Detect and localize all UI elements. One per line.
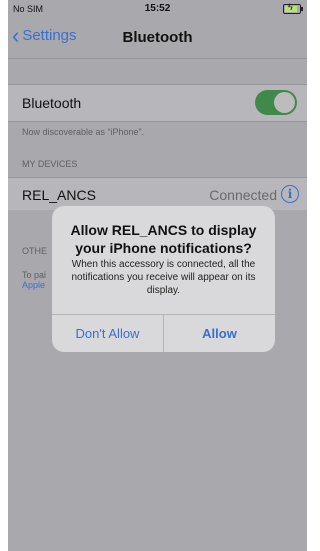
discoverable-text: Now discoverable as “iPhone”.: [22, 127, 145, 137]
bluetooth-row: Bluetooth: [8, 85, 307, 121]
status-bar: No SIM 15:52 ϟ: [8, 0, 307, 18]
pairing-hint-text: To pai: [22, 270, 47, 280]
phone-screen: No SIM 15:52 ϟ ‹ Settings Bluetooth Blue…: [8, 0, 307, 551]
battery-icon: ϟ: [283, 2, 303, 14]
alert-message: When this accessory is connected, all th…: [71, 259, 256, 296]
allow-button[interactable]: Allow: [164, 315, 275, 352]
device-name: REL_ANCS: [22, 187, 96, 203]
alert-title: Allow REL_ANCS to display your iPhone no…: [70, 222, 257, 256]
page-title: Bluetooth: [122, 29, 193, 46]
device-status: Connected: [209, 187, 277, 203]
bluetooth-label: Bluetooth: [22, 95, 82, 111]
permission-alert: Allow REL_ANCS to display your iPhone no…: [52, 206, 275, 352]
other-devices-header: OTHE: [22, 246, 48, 256]
dont-allow-button[interactable]: Don't Allow: [52, 315, 163, 352]
charging-bolt-icon: ϟ: [288, 2, 293, 12]
toggle-knob: [274, 92, 295, 113]
status-time: 15:52: [144, 3, 171, 14]
apple-link[interactable]: Apple: [22, 280, 45, 290]
my-devices-header: MY DEVICES: [22, 159, 78, 169]
nav-divider: [8, 58, 307, 59]
bluetooth-toggle[interactable]: [255, 90, 297, 115]
navigation-bar: ‹ Settings Bluetooth: [8, 18, 307, 58]
info-icon[interactable]: i: [281, 185, 299, 203]
section-divider: [8, 121, 307, 122]
